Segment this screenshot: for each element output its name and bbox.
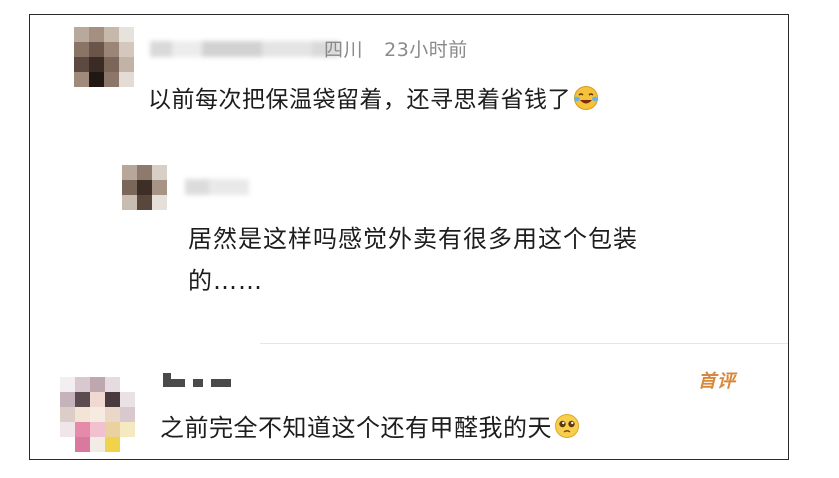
username-redacted[interactable] xyxy=(163,373,231,387)
reply-line-1: 居然是这样吗感觉外卖有很多用这个包装 xyxy=(188,225,638,253)
comment-text: 以前每次把保温袋留着，还寻思着省钱了 xyxy=(148,80,599,117)
divider xyxy=(260,343,788,344)
username-redacted[interactable] xyxy=(150,41,340,57)
reply-username-redacted[interactable] xyxy=(185,179,249,195)
comment-text: 之前完全不知道这个还有甲醛我的天 xyxy=(160,408,580,445)
avatar[interactable] xyxy=(60,377,135,452)
laughing-crying-emoji xyxy=(573,85,599,117)
pleading-face-emoji xyxy=(554,413,580,445)
reply-avatar[interactable] xyxy=(122,165,167,210)
avatar[interactable] xyxy=(74,27,134,87)
reply-text: 居然是这样吗感觉外卖有很多用这个包装 的…… xyxy=(188,218,748,302)
comment-thread: 四川 23小时前 以前每次把保温袋留着，还寻思着省钱了 居然是这样吗感觉外卖有很… xyxy=(29,14,789,460)
location-text: 四川 xyxy=(324,39,364,61)
comment-meta: 四川 23小时前 xyxy=(324,35,468,62)
comment-body: 以前每次把保温袋留着，还寻思着省钱了 xyxy=(148,87,571,113)
comment-body: 之前完全不知道这个还有甲醛我的天 xyxy=(160,414,552,442)
reply-line-2: 的…… xyxy=(188,267,263,295)
timestamp: 23小时前 xyxy=(384,39,468,61)
first-comment-badge: 首评 xyxy=(698,371,736,392)
